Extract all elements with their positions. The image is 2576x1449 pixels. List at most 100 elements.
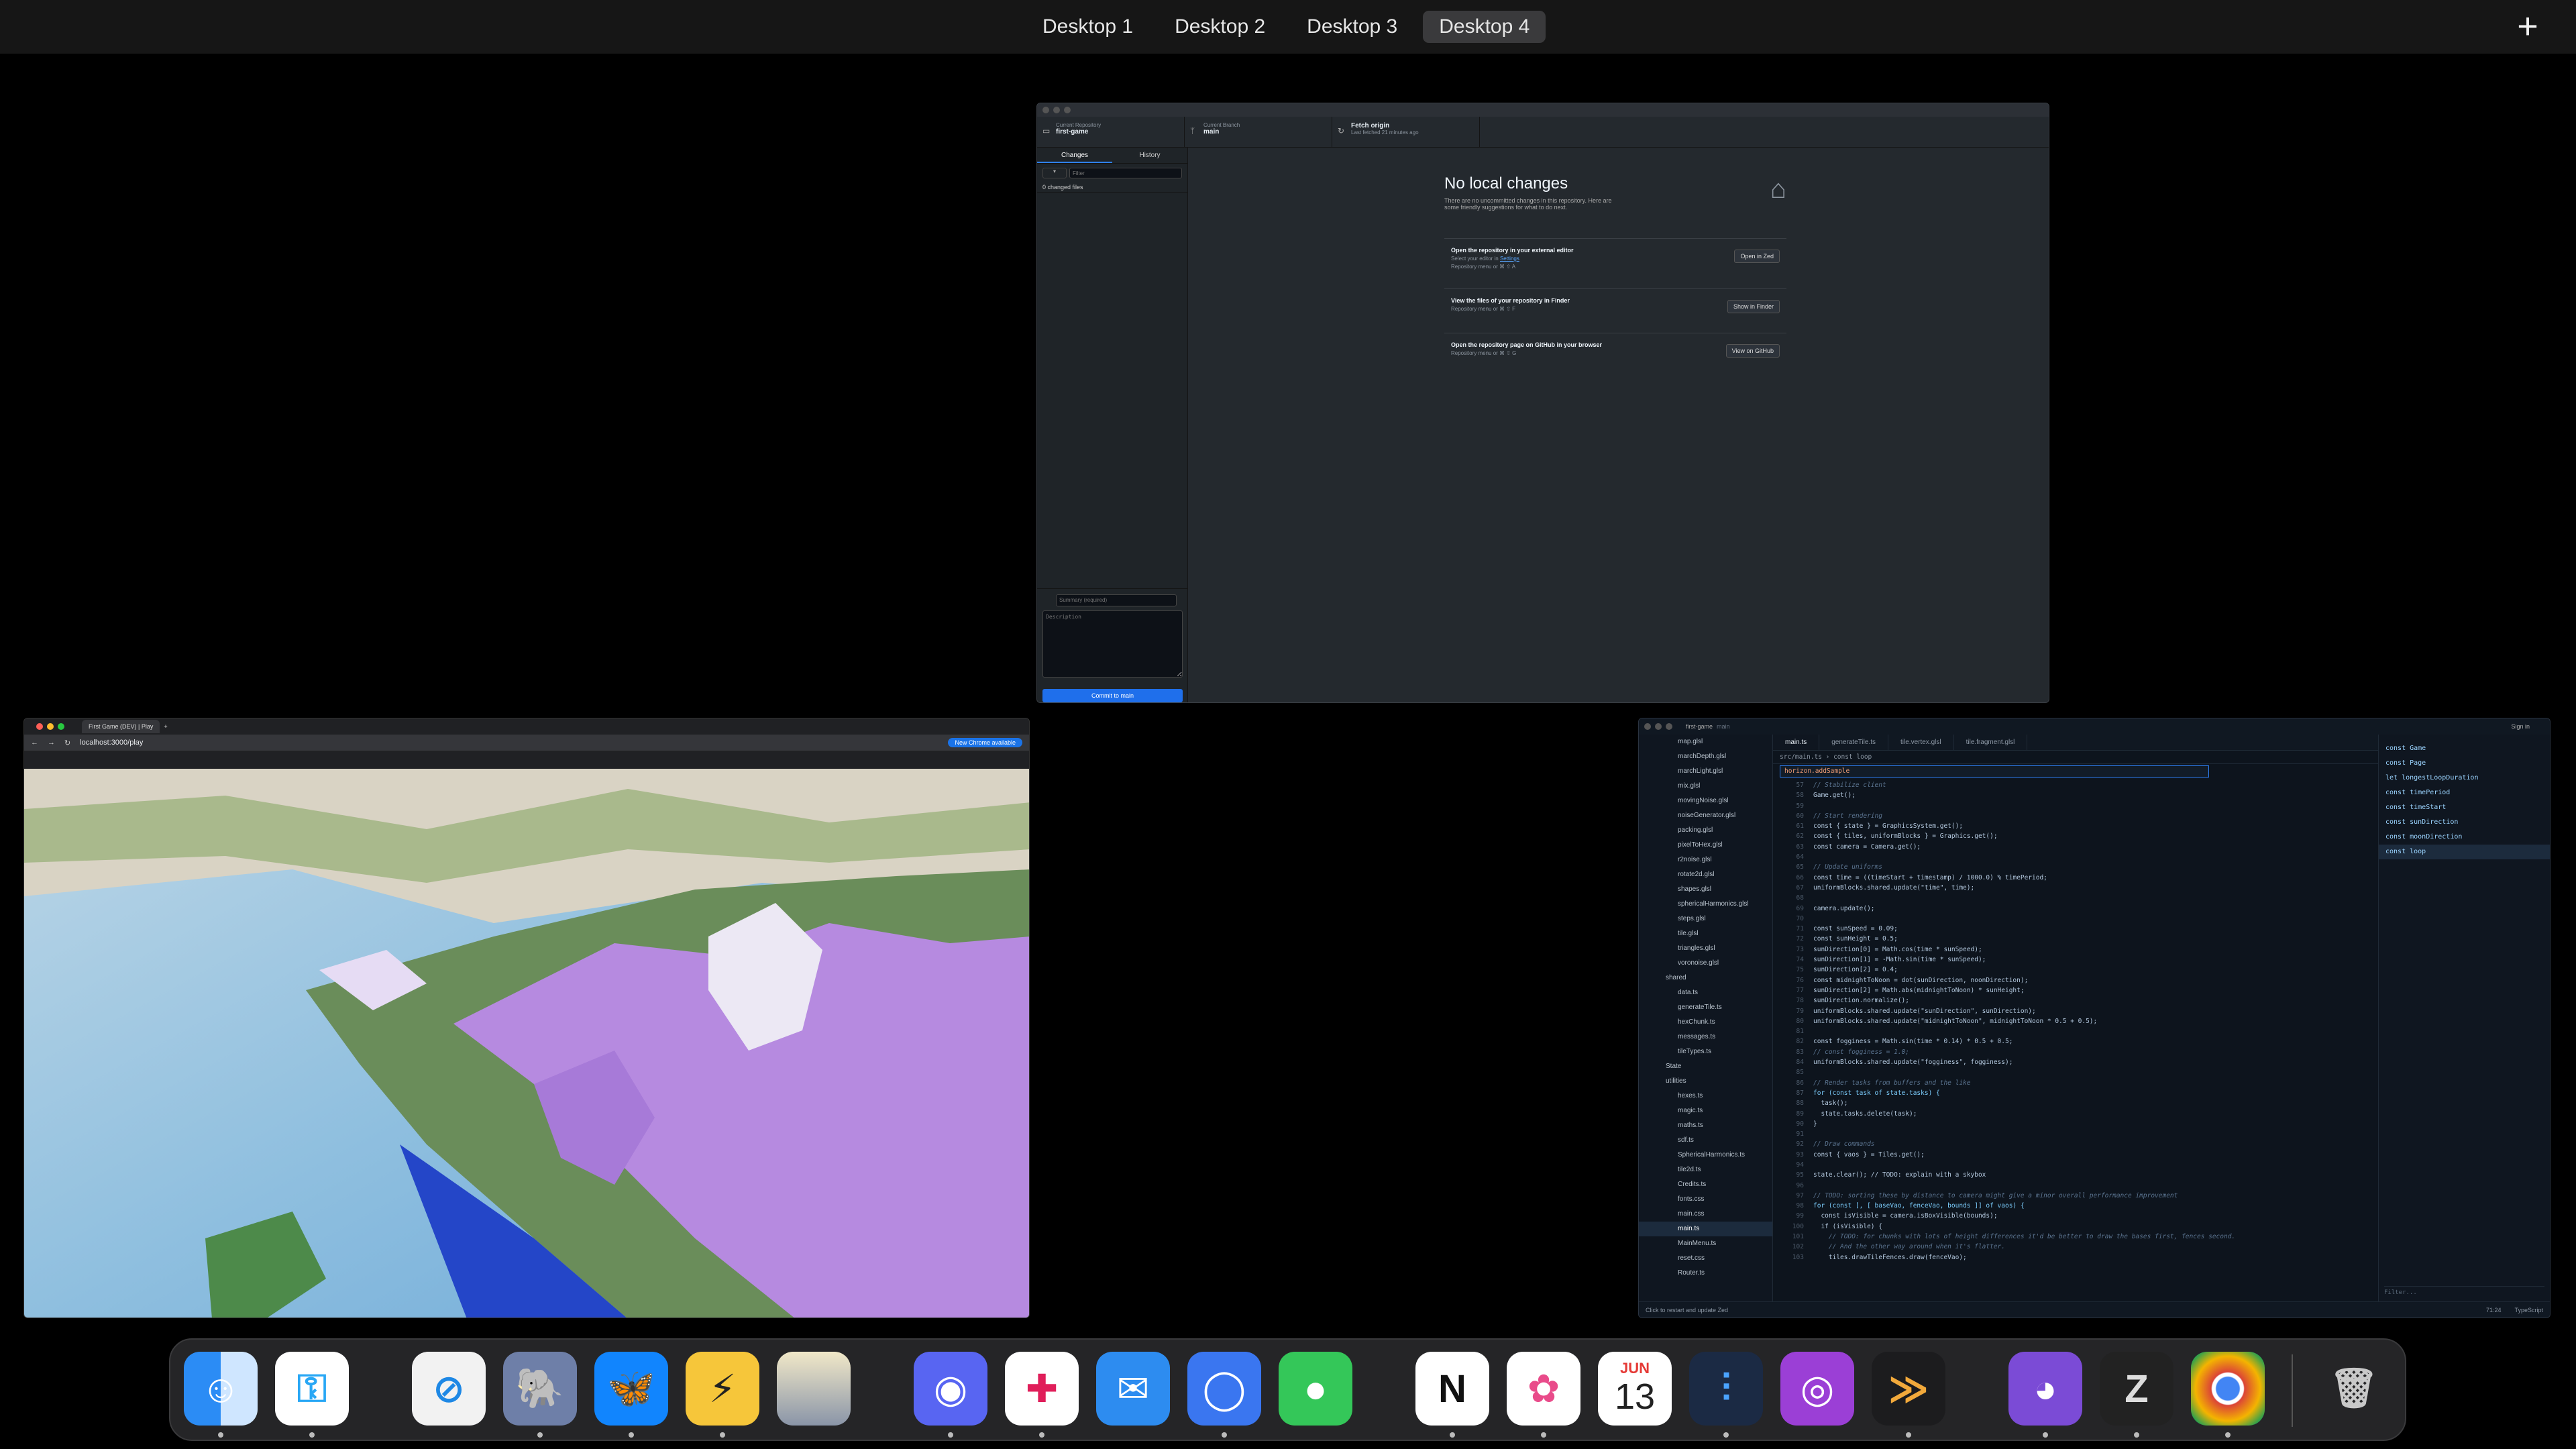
space-desktop-2[interactable]: Desktop 2 bbox=[1159, 11, 1281, 43]
back-icon[interactable]: ← bbox=[31, 739, 38, 747]
tableplus-icon[interactable]: 🐘 bbox=[503, 1352, 577, 1426]
new-tab-icon[interactable]: + bbox=[164, 723, 167, 730]
code-line[interactable]: 82 const fogginess = Math.sin(time * 0.14… bbox=[1773, 1036, 2378, 1046]
open-in-zed-button[interactable]: Open in Zed bbox=[1734, 250, 1780, 263]
outline-item[interactable]: const moonDirection bbox=[2379, 830, 2550, 845]
file-item[interactable]: tile.glsl bbox=[1639, 926, 1772, 941]
code-line[interactable]: 73 sunDirection[0] = Math.cos(time * sunS… bbox=[1773, 945, 2378, 955]
instruments-icon[interactable]: ⫶ bbox=[1689, 1352, 1763, 1426]
outline-item[interactable]: const Page bbox=[2379, 756, 2550, 771]
space-desktop-3[interactable]: Desktop 3 bbox=[1291, 11, 1413, 43]
code-line[interactable]: 103 tiles.drawTileFences.draw(fenceVao); bbox=[1773, 1252, 2378, 1263]
code-line[interactable]: 61 const { state } = GraphicsSystem.get()… bbox=[1773, 821, 2378, 831]
file-item[interactable]: voronoise.glsl bbox=[1639, 956, 1772, 971]
file-item[interactable]: pixelToHex.glsl bbox=[1639, 838, 1772, 853]
file-item[interactable]: r2noise.glsl bbox=[1639, 853, 1772, 867]
folder-item[interactable]: utilities bbox=[1639, 1074, 1772, 1089]
fetch-origin-button[interactable]: ↻ Fetch origin Last fetched 21 minutes a… bbox=[1332, 117, 1480, 147]
file-item[interactable]: reset.css bbox=[1639, 1251, 1772, 1266]
close-icon[interactable] bbox=[1042, 107, 1049, 113]
prompt-icon[interactable]: ≫ bbox=[1872, 1352, 1945, 1426]
code-line[interactable]: 91 bbox=[1773, 1129, 2378, 1139]
calendar-icon[interactable]: JUN 13 bbox=[1598, 1352, 1672, 1426]
tab-changes[interactable]: Changes bbox=[1037, 148, 1112, 163]
file-item[interactable]: hexes.ts bbox=[1639, 1089, 1772, 1104]
code-line[interactable]: 85 bbox=[1773, 1067, 2378, 1077]
github-desktop-icon[interactable]: ◕ bbox=[2008, 1352, 2082, 1426]
outline-item[interactable]: const Game bbox=[2379, 741, 2550, 756]
podcasts-icon[interactable]: ◎ bbox=[1780, 1352, 1854, 1426]
new-chrome-button[interactable]: New Chrome available bbox=[948, 738, 1022, 747]
file-item[interactable]: sphericalHarmonics.glsl bbox=[1639, 897, 1772, 912]
github-desktop-window[interactable]: ▭ Current Repository first-game ᛘ Curren… bbox=[1036, 103, 2049, 703]
address-bar[interactable]: localhost:3000/play bbox=[80, 739, 143, 747]
code-editor[interactable]: src/main.ts › const loop horizon.addSamp… bbox=[1773, 751, 2378, 1301]
code-line[interactable]: 65 // Update uniforms bbox=[1773, 862, 2378, 872]
code-line[interactable]: 100 if (isVisible) { bbox=[1773, 1222, 2378, 1232]
outline-item[interactable]: const timePeriod bbox=[2379, 786, 2550, 800]
file-item[interactable]: fonts.css bbox=[1639, 1192, 1772, 1207]
minimize-icon[interactable] bbox=[1053, 107, 1060, 113]
code-line[interactable]: 69 camera.update(); bbox=[1773, 904, 2378, 914]
code-line[interactable]: 83 // const fogginess = 1.0; bbox=[1773, 1047, 2378, 1057]
code-line[interactable]: 66 const time = ((timeStart + timestamp) … bbox=[1773, 873, 2378, 883]
cursor-position[interactable]: 71:24 bbox=[2486, 1307, 2502, 1313]
file-item[interactable]: data.ts bbox=[1639, 985, 1772, 1000]
zoom-icon[interactable] bbox=[1666, 723, 1672, 730]
passwords-icon[interactable]: ⚿ bbox=[275, 1352, 349, 1426]
code-line[interactable]: 72 const sunHeight = 0.5; bbox=[1773, 934, 2378, 944]
file-item[interactable]: hexChunk.ts bbox=[1639, 1015, 1772, 1030]
game-viewport[interactable] bbox=[24, 769, 1029, 1318]
file-item[interactable]: SphericalHarmonics.ts bbox=[1639, 1148, 1772, 1163]
trash-icon[interactable]: 🗑 bbox=[2317, 1352, 2391, 1426]
messages-icon[interactable]: ● bbox=[1279, 1352, 1352, 1426]
tab-main-ts[interactable]: main.ts bbox=[1773, 735, 1820, 750]
code-line[interactable]: 94 bbox=[1773, 1160, 2378, 1170]
search-input[interactable]: horizon.addSample bbox=[1780, 765, 2209, 777]
file-item[interactable]: marchLight.glsl bbox=[1639, 764, 1772, 779]
show-in-finder-button[interactable]: Show in Finder bbox=[1727, 300, 1780, 313]
code-line[interactable]: 99 const isVisible = camera.isBoxVisible… bbox=[1773, 1211, 2378, 1221]
branch-selector[interactable]: ᛘ Current Branch main bbox=[1185, 117, 1332, 147]
breadcrumb[interactable]: src/main.ts › const loop bbox=[1773, 751, 2378, 764]
outline-filter[interactable]: Filter... bbox=[2384, 1286, 2544, 1296]
file-item[interactable]: tileTypes.ts bbox=[1639, 1044, 1772, 1059]
code-line[interactable]: 97 // TODO: sorting these by distance to … bbox=[1773, 1191, 2378, 1201]
code-line[interactable]: 59 bbox=[1773, 801, 2378, 811]
code-line[interactable]: 88 task(); bbox=[1773, 1098, 2378, 1108]
forward-icon[interactable]: → bbox=[48, 739, 55, 747]
description-input[interactable] bbox=[1042, 610, 1183, 678]
code-line[interactable]: 95 state.clear(); // TODO: explain with a… bbox=[1773, 1170, 2378, 1180]
mail-icon[interactable]: ✉ bbox=[1096, 1352, 1170, 1426]
discord-icon[interactable]: ◉ bbox=[914, 1352, 987, 1426]
code-line[interactable]: 78 sunDirection.normalize(); bbox=[1773, 996, 2378, 1006]
add-space-button[interactable]: + bbox=[2508, 7, 2548, 47]
code-line[interactable]: 81 bbox=[1773, 1026, 2378, 1036]
chrome-icon[interactable] bbox=[2191, 1352, 2265, 1426]
file-item[interactable]: packing.glsl bbox=[1639, 823, 1772, 838]
tab-tile-vertex[interactable]: tile.vertex.glsl bbox=[1888, 735, 1954, 750]
preview-icon[interactable] bbox=[777, 1352, 851, 1426]
code-line[interactable]: 58 Game.get(); bbox=[1773, 790, 2378, 800]
file-item[interactable]: Router.ts bbox=[1639, 1266, 1772, 1281]
code-line[interactable]: 67 uniformBlocks.shared.update("time", ti… bbox=[1773, 883, 2378, 893]
code-line[interactable]: 74 sunDirection[1] = -Math.sin(time * sun… bbox=[1773, 955, 2378, 965]
reeder-icon[interactable]: ⚡ bbox=[686, 1352, 759, 1426]
chrome-window[interactable]: First Game (DEV) | Play + ← → ↻ localhos… bbox=[23, 718, 1030, 1318]
file-item[interactable]: magic.ts bbox=[1639, 1104, 1772, 1118]
code-line[interactable]: 102 // And the other way around when it'… bbox=[1773, 1242, 2378, 1252]
code-line[interactable]: 87 for (const task of state.tasks) { bbox=[1773, 1088, 2378, 1098]
filter-options-button[interactable]: ▾ bbox=[1042, 168, 1067, 178]
branch-name[interactable]: main bbox=[1717, 723, 1730, 730]
language-selector[interactable]: TypeScript bbox=[2514, 1307, 2543, 1313]
outline-item[interactable]: let longestLoopDuration bbox=[2379, 771, 2550, 786]
reload-icon[interactable]: ↻ bbox=[64, 739, 70, 747]
code-line[interactable]: 68 bbox=[1773, 893, 2378, 903]
project-name[interactable]: first-game bbox=[1686, 723, 1713, 730]
code-line[interactable]: 93 const { vaos } = Tiles.get(); bbox=[1773, 1150, 2378, 1160]
code-line[interactable]: 98 for (const [, [ baseVao, fenceVao, bou… bbox=[1773, 1201, 2378, 1211]
code-line[interactable]: 57 // Stabilize client bbox=[1773, 780, 2378, 790]
tab-generate-tile[interactable]: generateTile.ts bbox=[1819, 735, 1889, 750]
browser-tab[interactable]: First Game (DEV) | Play bbox=[82, 720, 160, 733]
code-line[interactable]: 64 bbox=[1773, 852, 2378, 862]
